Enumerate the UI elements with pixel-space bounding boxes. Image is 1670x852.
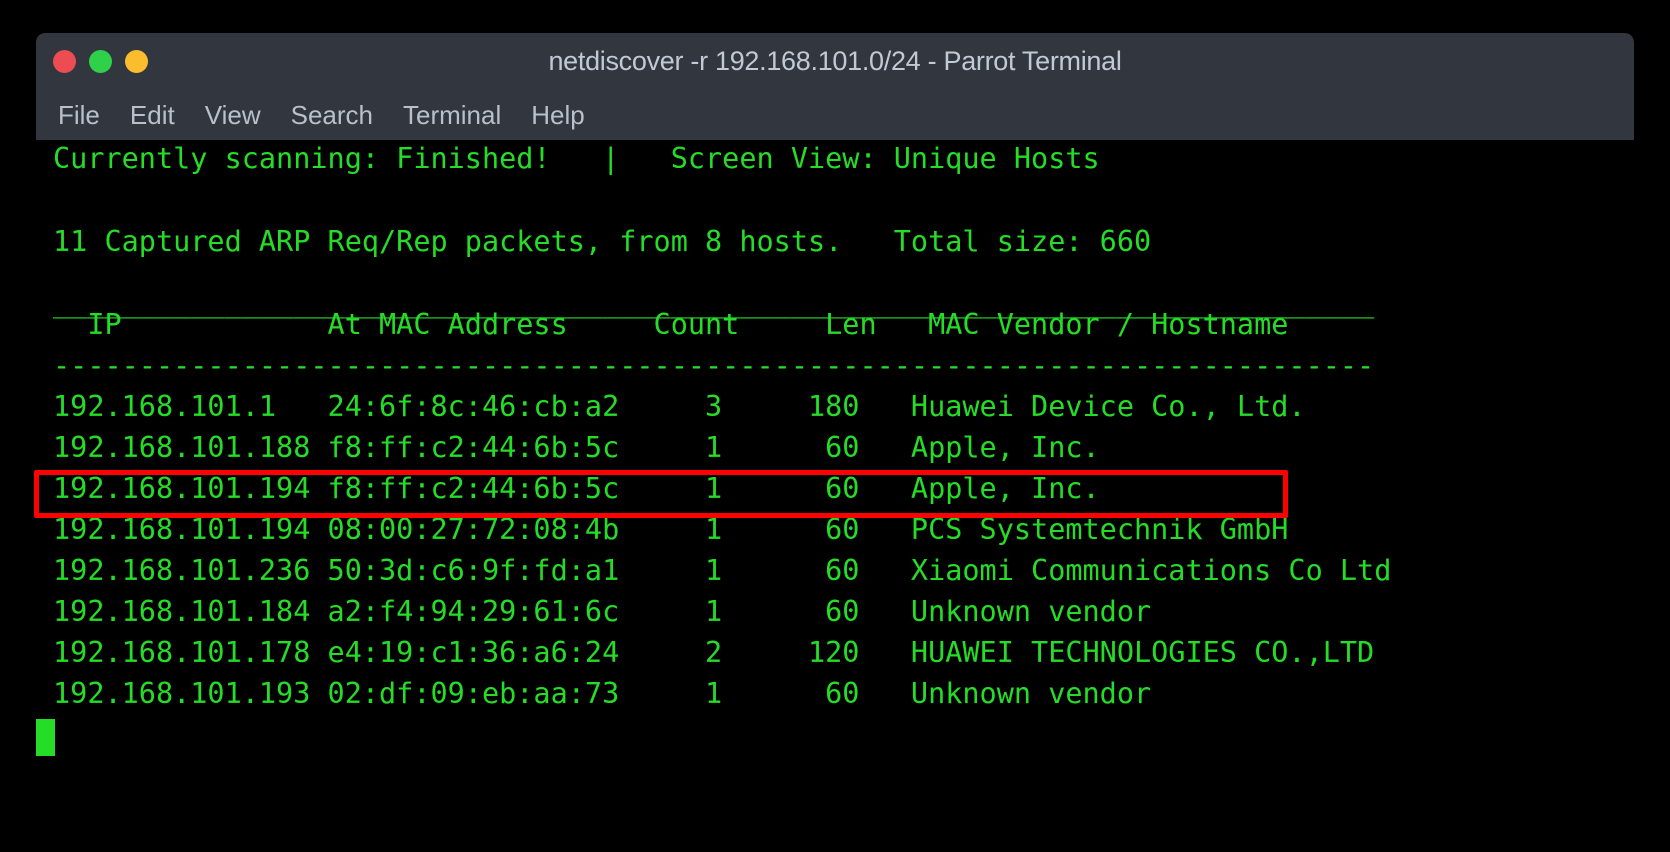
terminal-window: netdiscover -r 192.168.101.0/24 - Parrot… [36, 33, 1634, 819]
menu-item-file[interactable]: File [58, 102, 100, 128]
title-bar[interactable]: netdiscover -r 192.168.101.0/24 - Parrot… [36, 33, 1634, 90]
menu-item-edit[interactable]: Edit [130, 102, 175, 128]
menu-bar: File Edit View Search Terminal Help [36, 90, 1634, 140]
menu-item-search[interactable]: Search [291, 102, 373, 128]
window-title: netdiscover -r 192.168.101.0/24 - Parrot… [548, 46, 1122, 76]
menu-item-view[interactable]: View [205, 102, 261, 128]
screen: netdiscover -r 192.168.101.0/24 - Parrot… [0, 0, 1670, 852]
scan-status-line: Currently scanning: Finished! | Screen V… [53, 142, 1100, 175]
menu-item-terminal[interactable]: Terminal [403, 102, 501, 128]
table-row: 192.168.101.178 e4:19:c1:36:a6:24 2 120 … [53, 636, 1375, 669]
table-row: 192.168.101.194 08:00:27:72:08:4b 1 60 P… [53, 513, 1289, 546]
table-row: 192.168.101.236 50:3d:c6:9f:fd:a1 1 60 X… [53, 554, 1392, 587]
table-row-highlighted: 192.168.101.194 f8:ff:c2:44:6b:5c 1 60 A… [53, 472, 1100, 505]
table-row: 192.168.101.1 24:6f:8c:46:cb:a2 3 180 Hu… [53, 390, 1306, 423]
table-header-row: IP At MAC Address Count Len MAC Vendor /… [53, 308, 1289, 341]
terminal-output-area[interactable]: Currently scanning: Finished! | Screen V… [36, 140, 1634, 819]
terminal-cursor [36, 719, 55, 756]
table-row: 192.168.101.193 02:df:09:eb:aa:73 1 60 U… [53, 677, 1152, 710]
table-row: 192.168.101.184 a2:f4:94:29:61:6c 1 60 U… [53, 595, 1152, 628]
table-row: 192.168.101.188 f8:ff:c2:44:6b:5c 1 60 A… [53, 431, 1100, 464]
capture-summary-line: 11 Captured ARP Req/Rep packets, from 8 … [53, 225, 1152, 258]
table-rule-middle: ----------------------------------------… [53, 349, 1375, 382]
menu-item-help[interactable]: Help [531, 102, 584, 128]
